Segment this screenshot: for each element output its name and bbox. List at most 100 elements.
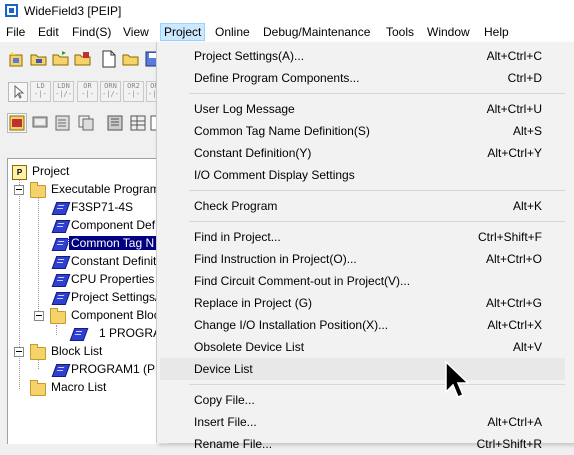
project-tree-panel: P Project Executable Program F3SP71-4S C…	[7, 158, 172, 444]
menu-item-shortcut: Alt+Ctrl+A	[487, 415, 542, 429]
open-folder-icon[interactable]	[51, 49, 71, 69]
menu-separator	[189, 93, 565, 94]
monitor-icon[interactable]	[30, 113, 50, 133]
menu-project[interactable]: Project	[160, 23, 206, 41]
pointer-icon[interactable]	[8, 82, 28, 102]
program-icon	[51, 220, 71, 233]
menu-item-find-instruction-in-project[interactable]: Find Instruction in Project(O)... Alt+Ctr…	[160, 248, 565, 270]
tree-item-cpu-type[interactable]: F3SP71-4S	[51, 199, 167, 216]
menu-item-label: Check Program	[194, 199, 278, 213]
ldn-label: LDN	[57, 82, 70, 90]
menu-item-device-list[interactable]: Device List	[160, 358, 565, 380]
or-label: OR	[83, 82, 92, 90]
menu-item-label: Constant Definition(Y)	[194, 146, 312, 160]
contact-nc-icon: -|/-	[55, 90, 72, 98]
folder-icon	[30, 344, 46, 360]
menu-item-shortcut: Alt+Ctrl+O	[485, 252, 542, 266]
tree-label: Executable Program	[51, 182, 160, 196]
menu-debug-maintenance[interactable]: Debug/Maintenance	[263, 25, 370, 39]
copy-icon[interactable]	[76, 113, 96, 133]
ld-label: LD	[36, 82, 45, 90]
project-icon: P	[12, 165, 27, 180]
or-button[interactable]: OR -|-	[77, 81, 98, 102]
tree-label: Constant Definiti	[71, 254, 160, 268]
tree-line	[38, 359, 39, 369]
menu-item-find-in-project[interactable]: Find in Project... Ctrl+Shift+F	[160, 226, 565, 248]
menu-item-check-program[interactable]: Check Program Alt+K	[160, 195, 565, 217]
tree-item-program[interactable]: 1 PROGRAM	[69, 325, 171, 342]
tree-item-common-tag[interactable]: Common Tag N	[51, 235, 167, 252]
menu-view[interactable]: View	[123, 25, 149, 39]
menu-item-label: Obsolete Device List	[194, 340, 305, 354]
program-icon	[69, 328, 89, 341]
tree-item-cpu-properties[interactable]: CPU Properties	[51, 271, 167, 288]
tree-label: Project	[32, 164, 70, 178]
menu-item-find-circuit-comment-out[interactable]: Find Circuit Comment-out in Project(V)..…	[160, 270, 565, 292]
open-file-icon[interactable]	[121, 49, 141, 69]
menu-help[interactable]: Help	[484, 25, 509, 39]
contact-icon: -|-	[127, 90, 140, 98]
tree-root-project[interactable]: P Project	[12, 163, 162, 180]
menu-item-define-program-components[interactable]: Define Program Components... Ctrl+D	[160, 67, 565, 89]
program-icon	[51, 274, 71, 287]
project-window-icon[interactable]	[7, 113, 27, 133]
tree-label: Component Def	[71, 218, 156, 232]
collapse-icon[interactable]	[14, 347, 24, 357]
or2-button[interactable]: OR2 -|-	[123, 81, 144, 102]
menu-online[interactable]: Online	[215, 25, 250, 39]
menu-window[interactable]: Window	[427, 25, 470, 39]
menu-item-common-tag-name-definition[interactable]: Common Tag Name Definition(S) Alt+S	[160, 120, 565, 142]
menu-item-copy-file[interactable]: Copy File...	[160, 389, 565, 411]
menu-item-io-comment-display-settings[interactable]: I/O Comment Display Settings	[160, 164, 565, 186]
tree-item-component-block[interactable]: Component Bloc	[32, 307, 167, 324]
menu-item-replace-in-project[interactable]: Replace in Project (G) Alt+Ctrl+G	[160, 292, 565, 314]
tree-item-component-def[interactable]: Component Def	[51, 217, 167, 234]
module-icon[interactable]	[105, 113, 125, 133]
open-project-icon[interactable]	[29, 49, 49, 69]
menu-item-label: Project Settings(A)...	[194, 49, 305, 63]
menu-item-label: Device List	[194, 362, 253, 376]
folder-icon	[50, 308, 66, 324]
collapse-icon[interactable]	[14, 185, 24, 195]
program-icon	[51, 202, 71, 215]
menu-item-shortcut: Alt+Ctrl+Y	[487, 146, 542, 160]
folder-icon	[30, 182, 46, 198]
tree-block-list[interactable]: Block List	[12, 343, 162, 360]
menu-item-constant-definition[interactable]: Constant Definition(Y) Alt+Ctrl+Y	[160, 142, 565, 164]
menu-item-obsolete-device-list[interactable]: Obsolete Device List Alt+V	[160, 336, 565, 358]
table-icon[interactable]	[128, 113, 148, 133]
menu-item-shortcut: Alt+Ctrl+G	[485, 296, 542, 310]
menu-edit[interactable]: Edit	[38, 25, 59, 39]
tree-label: F3SP71-4S	[71, 200, 134, 214]
menu-item-label: Find Instruction in Project(O)...	[194, 252, 357, 266]
tree-executable-program[interactable]: Executable Program	[12, 181, 162, 198]
menu-item-change-io-installation-position[interactable]: Change I/O Installation Position(X)... Al…	[160, 314, 565, 336]
toolbar-standard	[0, 45, 161, 71]
or2-label: OR2	[127, 82, 140, 90]
new-file-icon[interactable]	[99, 49, 119, 69]
orn-button[interactable]: ORN -|/-	[100, 81, 121, 102]
menu-file[interactable]: File	[6, 25, 25, 39]
menu-tools[interactable]: Tools	[386, 25, 414, 39]
collapse-icon[interactable]	[34, 311, 44, 321]
ld-button[interactable]: LD -|-	[30, 81, 51, 102]
tree-item-block-program[interactable]: PROGRAM1 (PRC	[51, 361, 172, 378]
menu-item-rename-file[interactable]: Rename File... Ctrl+Shift+R	[160, 433, 565, 455]
menu-item-shortcut: Alt+Ctrl+C	[486, 49, 542, 63]
tree-item-constant-def[interactable]: Constant Definiti	[51, 253, 167, 270]
menu-item-label: Common Tag Name Definition(S)	[194, 124, 370, 138]
menu-item-shortcut: Alt+K	[512, 199, 542, 213]
ldn-button[interactable]: LDN -|/-	[53, 81, 74, 102]
new-project-icon[interactable]	[7, 49, 27, 69]
menu-item-label: Find Circuit Comment-out in Project(V)..…	[194, 274, 411, 288]
toolbar-project	[0, 109, 166, 135]
menu-item-project-settings[interactable]: Project Settings(A)... Alt+Ctrl+C	[160, 45, 565, 67]
menu-item-shortcut: Ctrl+D	[507, 71, 542, 85]
menu-item-insert-file[interactable]: Insert File... Alt+Ctrl+A	[160, 411, 565, 433]
menu-item-user-log-message[interactable]: User Log Message Alt+Ctrl+U	[160, 98, 565, 120]
tree-item-project-settings[interactable]: Project Settings/	[51, 289, 167, 306]
menu-find[interactable]: Find(S)	[72, 25, 111, 39]
save-all-icon[interactable]	[73, 49, 93, 69]
tree-macro-list[interactable]: Macro List	[12, 379, 162, 396]
io-list-icon[interactable]	[53, 113, 73, 133]
